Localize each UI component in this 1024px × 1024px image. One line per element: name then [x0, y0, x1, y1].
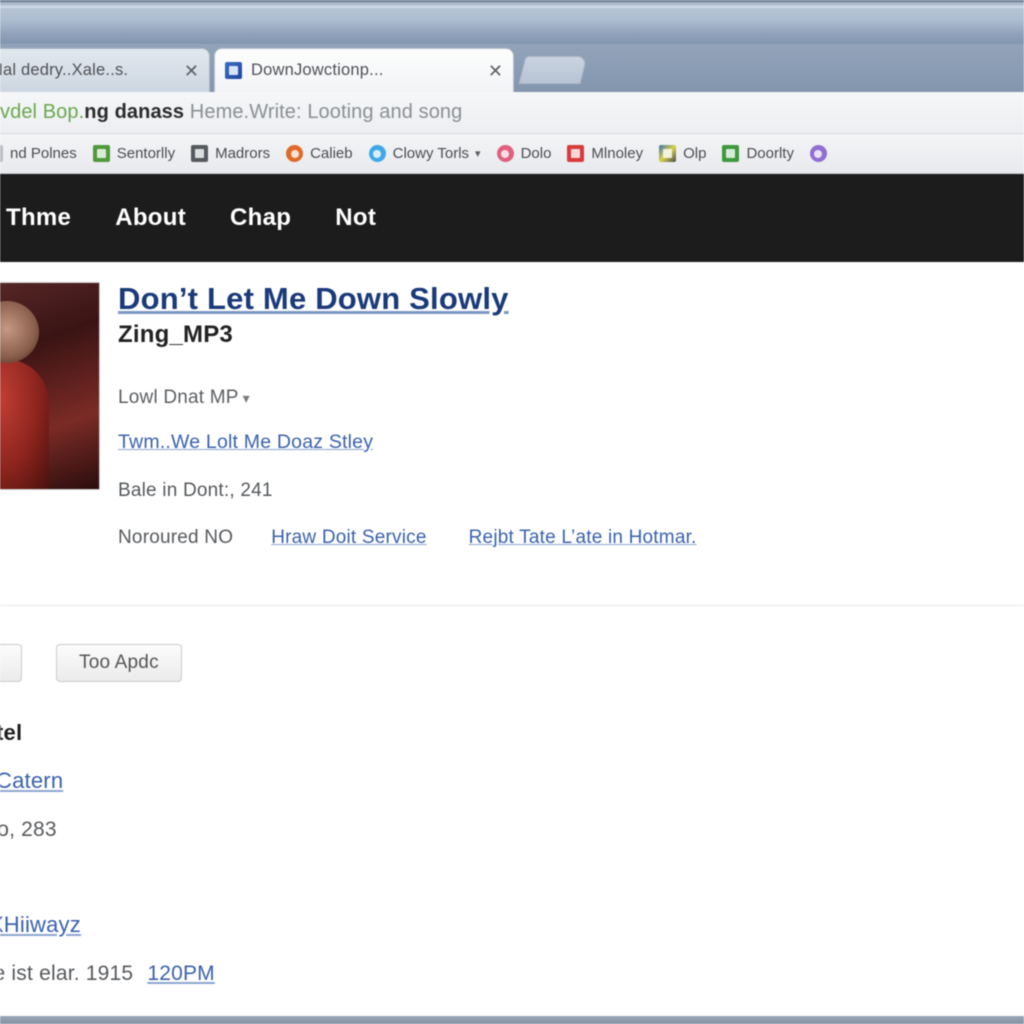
- close-icon[interactable]: ✕: [488, 62, 503, 80]
- result-description: n Barfo, 283: [0, 818, 57, 841]
- result-meta-label: Lowl Dnat MP: [118, 386, 239, 408]
- result-link[interactable]: l Let XHiiwayz: [0, 912, 81, 938]
- result-title: d Caftel: [0, 720, 23, 745]
- new-tab-button[interactable]: [518, 56, 588, 84]
- chevron-down-icon[interactable]: ▾: [475, 147, 481, 160]
- site-navbar: Thme About Chap Not Song Nou: [0, 174, 1024, 414]
- bookmark-label: Olp: [683, 145, 707, 162]
- bookmarks-bar: nd Polnes Sentorlly Madrors Calieb Clowy…: [0, 134, 1024, 174]
- bookmark-favicon: [0, 145, 3, 162]
- url-path: Heme.Write: Looting and song: [189, 101, 463, 123]
- nav-item-about[interactable]: About: [115, 204, 186, 232]
- bookmark-favicon: [496, 145, 514, 162]
- bookmark-favicon: [722, 145, 740, 162]
- url-host: ng danass: [84, 101, 185, 123]
- browser-window: Mal dedry..Xale..s. ✕ DownJowctionp... ✕…: [0, 0, 1024, 1024]
- bookmark-item[interactable]: [809, 145, 834, 162]
- song-cover-thumbnail[interactable]: [0, 282, 100, 490]
- tab-title: Mal dedry..Xale..s.: [0, 61, 129, 79]
- secondary-result-1: d Caftel d Me Catern n Barfo, 283: [0, 720, 700, 842]
- window-titlebar[interactable]: [0, 0, 1024, 46]
- footer-link-service[interactable]: Hraw Doit Service: [271, 527, 426, 549]
- bookmark-label: Mlnoley: [591, 145, 644, 162]
- bookmark-label: Dolo: [520, 145, 552, 162]
- result-meta[interactable]: Lowl Dnat MP ▾: [118, 387, 948, 409]
- bookmark-item[interactable]: Olp: [659, 145, 706, 162]
- bookmark-favicon: [92, 145, 110, 162]
- result-title-link[interactable]: Don’t Let Me Down Slowly: [118, 281, 509, 317]
- address-bar[interactable]: vdel Bop.ng danass Heme.Write: Looting a…: [0, 101, 462, 124]
- primary-result-body: Don’t Let Me Down Slowly Zing_MP3 Lowl D…: [100, 281, 948, 549]
- bookmark-item[interactable]: Doorlty: [722, 145, 794, 162]
- bookmark-item[interactable]: Sentorlly: [92, 145, 176, 162]
- page-content: Don’t Let Me Down Slowly Zing_MP3 Lowl D…: [0, 262, 1024, 1024]
- footer-link-report[interactable]: Rejbt Tate L’ate in Hotmar.: [469, 527, 697, 549]
- bookmark-item[interactable]: Madrors: [191, 145, 270, 162]
- result-time-link[interactable]: 120PM: [147, 962, 215, 985]
- tab-strip: Mal dedry..Xale..s. ✕ DownJowctionp... ✕: [0, 44, 1024, 92]
- result-footer: Noroured NO Hraw Doit Service Rejbt Tate…: [118, 527, 948, 549]
- site-nav-links: Thme About Chap Not: [0, 204, 398, 232]
- bookmark-favicon: [368, 145, 386, 162]
- bookmark-favicon: [659, 145, 677, 162]
- icon-button[interactable]: [0, 644, 22, 682]
- too-apdc-button[interactable]: Too Apdc: [56, 644, 182, 682]
- bookmark-favicon: [191, 145, 209, 162]
- bookmark-item[interactable]: nd Polnes: [0, 145, 77, 162]
- bookmark-item[interactable]: Mlnoley: [567, 145, 643, 162]
- bookmark-folder[interactable]: Clowy Torls ▾: [368, 145, 481, 162]
- primary-result: Don’t Let Me Down Slowly Zing_MP3 Lowl D…: [0, 281, 948, 549]
- browser-tab-1[interactable]: Mal dedry..Xale..s. ✕: [0, 48, 210, 92]
- window-bottom-edge: [0, 1016, 1024, 1024]
- bookmark-favicon: [567, 145, 585, 162]
- browser-tab-2[interactable]: DownJowctionp... ✕: [214, 48, 514, 92]
- bookmark-item[interactable]: Calieb: [286, 145, 353, 162]
- tab-title: DownJowctionp...: [251, 61, 384, 79]
- result-description-text: droGte ist elar. 1915: [0, 962, 134, 985]
- nav-item-not[interactable]: Not: [335, 204, 376, 232]
- close-icon[interactable]: ✕: [184, 62, 199, 80]
- result-subtitle: Zing_MP3: [118, 320, 233, 348]
- chevron-down-icon[interactable]: ▾: [243, 390, 250, 406]
- url-scheme: vdel Bop.: [0, 101, 85, 123]
- result-description: droGte ist elar. 1915 120PM: [0, 962, 700, 986]
- blue-app-favicon: [225, 62, 242, 79]
- result-link[interactable]: d Me Catern: [0, 768, 63, 794]
- browser-toolbar: vdel Bop.ng danass Heme.Write: Looting a…: [0, 92, 1024, 134]
- result-title: ltadet: [0, 864, 700, 890]
- section-divider: [0, 605, 1024, 606]
- result-description: Bale in Dont:, 241: [118, 479, 273, 501]
- nav-item-thme[interactable]: Thme: [6, 204, 71, 232]
- nav-item-chap[interactable]: Chap: [230, 204, 291, 232]
- bookmark-item[interactable]: Dolo: [496, 145, 552, 162]
- bookmark-label: Doorlty: [746, 145, 794, 162]
- action-button-row: Too Apdc: [0, 644, 182, 682]
- bookmark-label: nd Polnes: [10, 145, 77, 162]
- secondary-result-2: ltadet l Let XHiiwayz droGte ist elar. 1…: [0, 864, 700, 986]
- bookmark-label: Clowy Torls: [392, 145, 470, 162]
- bookmark-label: Sentorlly: [116, 145, 176, 162]
- bookmark-label: Calieb: [310, 145, 353, 162]
- result-secondary-link[interactable]: Twm..We Lolt Me Doaz Stley: [118, 431, 373, 454]
- result-footer-label: Noroured NO: [118, 526, 234, 548]
- bookmark-favicon: [809, 145, 827, 162]
- bookmark-label: Madrors: [215, 145, 271, 162]
- bookmark-favicon: [286, 145, 304, 162]
